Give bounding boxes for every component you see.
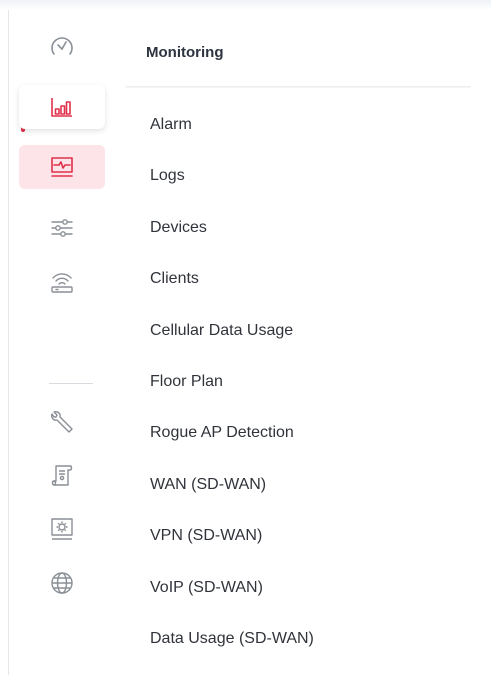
rail-item-dashboard[interactable] xyxy=(19,25,105,69)
rail-item-cloud[interactable] xyxy=(19,561,105,605)
scroll-certificate-icon xyxy=(49,463,75,489)
menu-item-rogue-ap-detection[interactable]: Rogue AP Detection xyxy=(150,420,314,471)
top-border xyxy=(0,0,491,10)
menu-item-cellular-data-usage[interactable]: Cellular Data Usage xyxy=(150,318,314,369)
panel-divider xyxy=(125,86,471,88)
panel-title: Monitoring xyxy=(146,44,224,61)
rail-item-analytics[interactable] xyxy=(19,85,105,129)
menu-item-vpn-sd-wan[interactable]: VPN (SD-WAN) xyxy=(150,523,314,574)
globe-icon xyxy=(49,570,75,596)
menu-item-devices[interactable]: Devices xyxy=(150,215,314,266)
rail-item-access-points[interactable] xyxy=(19,260,105,304)
submenu-panel: Monitoring Alarm Logs Devices Clients Ce… xyxy=(113,10,491,675)
wifi-router-icon xyxy=(49,269,75,295)
menu-item-floor-plan[interactable]: Floor Plan xyxy=(150,369,314,420)
rail-item-system[interactable] xyxy=(19,507,105,551)
menu-item-voip-sd-wan[interactable]: VoIP (SD-WAN) xyxy=(150,575,314,626)
gear-screen-icon xyxy=(49,516,75,542)
speedometer-icon xyxy=(49,34,75,60)
menu-item-data-usage-sd-wan[interactable]: Data Usage (SD-WAN) xyxy=(150,626,314,675)
rail-item-monitoring[interactable] xyxy=(19,145,105,189)
rail-divider xyxy=(49,383,93,384)
menu-item-logs[interactable]: Logs xyxy=(150,163,314,214)
submenu-list: Alarm Logs Devices Clients Cellular Data… xyxy=(150,112,314,675)
monitor-pulse-icon xyxy=(49,154,75,180)
sliders-icon xyxy=(49,215,75,241)
rail-item-licenses[interactable] xyxy=(19,454,105,498)
menu-item-clients[interactable]: Clients xyxy=(150,266,314,317)
bar-chart-icon xyxy=(49,94,75,120)
app-window: Monitoring Alarm Logs Devices Clients Ce… xyxy=(0,0,491,675)
rail-item-maintenance[interactable] xyxy=(19,400,105,444)
icon-rail xyxy=(8,10,114,675)
wrench-icon xyxy=(49,409,75,435)
rail-item-configure[interactable] xyxy=(19,206,105,250)
menu-item-wan-sd-wan[interactable]: WAN (SD-WAN) xyxy=(150,472,314,523)
menu-item-alarm[interactable]: Alarm xyxy=(150,112,314,163)
